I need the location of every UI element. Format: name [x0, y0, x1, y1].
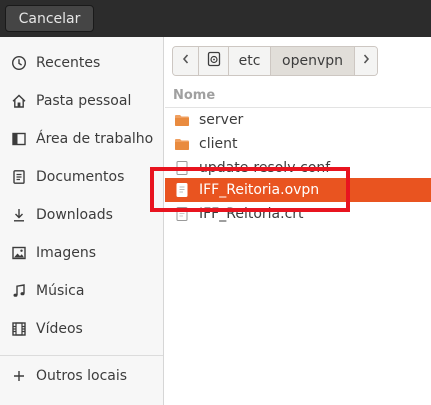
file-row-server[interactable]: server	[165, 108, 431, 132]
sidebar-separator	[0, 355, 163, 356]
header-bar: Cancelar	[0, 0, 431, 37]
path-back-button[interactable]	[173, 47, 199, 75]
sidebar-item-label: Música	[36, 283, 85, 299]
sidebar-item-label: Área de trabalho	[36, 131, 154, 147]
home-icon	[11, 93, 27, 109]
music-icon	[11, 283, 27, 299]
sidebar-item-area-de-trabalho[interactable]: Área de trabalho	[0, 122, 164, 156]
path-forward-button[interactable]	[355, 47, 377, 75]
sidebar-item-pasta-pessoal[interactable]: Pasta pessoal	[0, 84, 164, 118]
sidebar-item-recentes[interactable]: Recentes	[0, 46, 164, 80]
file-row-client[interactable]: client	[165, 132, 431, 156]
file-name: client	[199, 136, 238, 152]
clock-icon	[11, 55, 27, 71]
column-header-name[interactable]: Nome	[165, 86, 431, 108]
highlight-annotation	[150, 167, 350, 212]
sidebar-item-label: Recentes	[36, 55, 101, 71]
drive-icon	[207, 51, 221, 71]
sidebar-item-label: Pasta pessoal	[36, 93, 132, 109]
document-icon	[11, 169, 27, 185]
sidebar-item-imagens[interactable]: Imagens	[0, 236, 164, 270]
path-segment-openvpn[interactable]: openvpn	[271, 47, 355, 75]
image-icon	[11, 245, 27, 261]
sidebar: Recentes Pasta pessoal Área de trabalho …	[0, 37, 164, 405]
sidebar-item-musica[interactable]: Música	[0, 274, 164, 308]
sidebar-item-label: Downloads	[36, 207, 113, 223]
sidebar-item-outros-locais[interactable]: Outros locais	[0, 359, 164, 393]
video-icon	[11, 321, 27, 337]
sidebar-item-label: Documentos	[36, 169, 125, 185]
column-header-label: Nome	[173, 88, 216, 103]
file-name: server	[199, 112, 244, 128]
folder-icon	[174, 136, 190, 152]
sidebar-item-downloads[interactable]: Downloads	[0, 198, 164, 232]
path-root-button[interactable]	[199, 47, 229, 75]
sidebar-item-videos[interactable]: Vídeos	[0, 312, 164, 346]
plus-icon	[11, 368, 27, 384]
desktop-icon	[11, 131, 27, 147]
download-icon	[11, 207, 27, 223]
path-segment-etc[interactable]: etc	[229, 47, 271, 75]
chevron-right-icon	[361, 53, 371, 69]
sidebar-item-label: Imagens	[36, 245, 97, 261]
path-bar: etc openvpn	[172, 46, 378, 76]
folder-icon	[174, 112, 190, 128]
cancel-button[interactable]: Cancelar	[5, 5, 94, 32]
chevron-left-icon	[181, 53, 191, 69]
sidebar-item-documentos[interactable]: Documentos	[0, 160, 164, 194]
sidebar-item-label: Outros locais	[36, 368, 128, 384]
sidebar-item-label: Vídeos	[36, 321, 83, 337]
